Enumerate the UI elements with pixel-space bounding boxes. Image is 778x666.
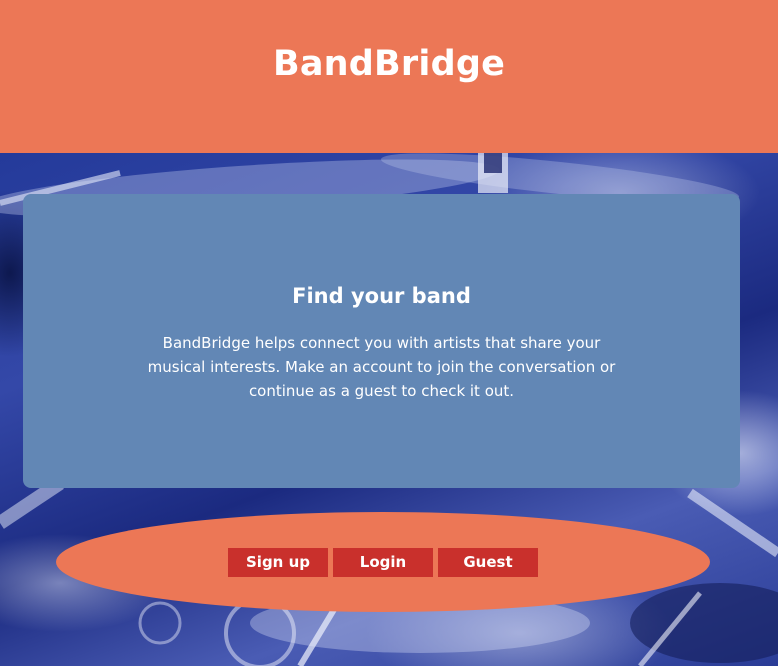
guest-button[interactable]: Guest <box>438 547 538 577</box>
app-header: BandBridge <box>0 0 778 153</box>
card-description: BandBridge helps connect you with artist… <box>147 334 616 400</box>
card-heading: Find your band <box>292 284 471 308</box>
intro-card: Find your band BandBridge helps connect … <box>23 194 740 488</box>
action-button-group: Sign up Login Guest <box>56 512 710 612</box>
login-button[interactable]: Login <box>333 547 433 577</box>
app-title: BandBridge <box>272 44 506 84</box>
sign-up-button[interactable]: Sign up <box>228 547 328 577</box>
